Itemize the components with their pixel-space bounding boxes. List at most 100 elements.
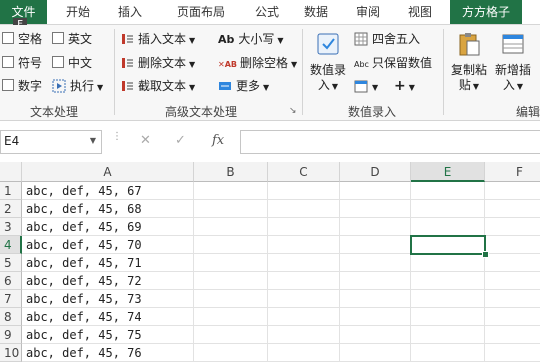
row-header[interactable]: 3 <box>0 218 22 236</box>
cell-b4[interactable] <box>194 236 268 254</box>
cell-c8[interactable] <box>268 308 340 326</box>
select-all-corner[interactable] <box>0 162 22 182</box>
cell-b7[interactable] <box>194 290 268 308</box>
copy-paste-button[interactable]: 复制粘 贴 ▼ <box>447 31 491 94</box>
cell-f1[interactable] <box>485 182 540 200</box>
cell-e2[interactable] <box>411 200 485 218</box>
cell-c4[interactable] <box>268 236 340 254</box>
cell-c7[interactable] <box>268 290 340 308</box>
cell-c3[interactable] <box>268 218 340 236</box>
cell-e7[interactable] <box>411 290 485 308</box>
column-header-b[interactable]: B <box>194 162 268 182</box>
round-button[interactable]: 四舍五入 <box>354 31 420 47</box>
cell-e3[interactable] <box>411 218 485 236</box>
cell-a9[interactable]: abc, def, 45, 75 <box>22 326 194 344</box>
cell-c5[interactable] <box>268 254 340 272</box>
formula-input[interactable] <box>240 130 540 154</box>
cell-f10[interactable] <box>485 344 540 362</box>
row-header[interactable]: 7 <box>0 290 22 308</box>
tab-formulas[interactable]: 公式 <box>245 0 289 24</box>
row-header[interactable]: 2 <box>0 200 22 218</box>
cell-f3[interactable] <box>485 218 540 236</box>
checkbox-chinese[interactable]: 中文 <box>52 55 92 71</box>
cell-b5[interactable] <box>194 254 268 272</box>
checkbox-english[interactable]: 英文 <box>52 31 92 47</box>
cell-f8[interactable] <box>485 308 540 326</box>
cell-d2[interactable] <box>340 200 411 218</box>
cell-c6[interactable] <box>268 272 340 290</box>
checkbox-symbol[interactable]: 符号 <box>2 55 42 71</box>
cell-a5[interactable]: abc, def, 45, 71 <box>22 254 194 272</box>
cell-e5[interactable] <box>411 254 485 272</box>
cell-a10[interactable]: abc, def, 45, 76 <box>22 344 194 362</box>
cell-e10[interactable] <box>411 344 485 362</box>
tab-page-layout[interactable]: 页面布局 <box>163 0 239 24</box>
tab-review[interactable]: 审阅 <box>346 0 390 24</box>
confirm-icon[interactable]: ✓ <box>175 133 186 148</box>
cell-d8[interactable] <box>340 308 411 326</box>
more-button[interactable]: 更多 ▼ <box>218 78 269 94</box>
cell-a4[interactable]: abc, def, 45, 70 <box>22 236 194 254</box>
cell-d1[interactable] <box>340 182 411 200</box>
cell-f7[interactable] <box>485 290 540 308</box>
cell-f5[interactable] <box>485 254 540 272</box>
cell-b1[interactable] <box>194 182 268 200</box>
column-header-d[interactable]: D <box>340 162 411 182</box>
cell-d4[interactable] <box>340 236 411 254</box>
row-header[interactable]: 9 <box>0 326 22 344</box>
name-box[interactable]: E4 ▼ <box>0 130 102 154</box>
cell-f9[interactable] <box>485 326 540 344</box>
cell-b9[interactable] <box>194 326 268 344</box>
cancel-icon[interactable]: ✕ <box>140 133 151 148</box>
cell-d9[interactable] <box>340 326 411 344</box>
keep-values-button[interactable]: Abc 只保留数值 <box>354 55 432 71</box>
cell-c2[interactable] <box>268 200 340 218</box>
add-insert-button[interactable]: 新增插 入 ▼ <box>491 31 535 94</box>
tab-insert[interactable]: 插入 <box>108 0 152 24</box>
column-header-a[interactable]: A <box>22 162 194 182</box>
column-header-f[interactable]: F <box>485 162 540 182</box>
cell-b6[interactable] <box>194 272 268 290</box>
checkbox-number[interactable]: 数字 <box>2 78 42 94</box>
cell-f6[interactable] <box>485 272 540 290</box>
cell-d6[interactable] <box>340 272 411 290</box>
cell-f4[interactable] <box>485 236 540 254</box>
row-header[interactable]: 4 <box>0 236 22 254</box>
chevron-down-icon[interactable]: ▼ <box>90 136 96 145</box>
row-header[interactable]: 6 <box>0 272 22 290</box>
tab-addin[interactable]: 方方格子 <box>450 0 522 24</box>
cell-e6[interactable] <box>411 272 485 290</box>
active-cell-selection[interactable] <box>410 235 486 255</box>
extract-text-button[interactable]: 截取文本 ▼ <box>120 78 195 94</box>
row-header[interactable]: 5 <box>0 254 22 272</box>
row-header[interactable]: 8 <box>0 308 22 326</box>
cell-d10[interactable] <box>340 344 411 362</box>
cell-a1[interactable]: abc, def, 45, 67 <box>22 182 194 200</box>
cell-d5[interactable] <box>340 254 411 272</box>
value-entry-button[interactable]: 数值录 入 ▼ <box>306 31 350 94</box>
column-header-e[interactable]: E <box>411 162 485 182</box>
cell-e1[interactable] <box>411 182 485 200</box>
tab-data[interactable]: 数据 <box>294 0 338 24</box>
cell-b10[interactable] <box>194 344 268 362</box>
fill-handle[interactable] <box>482 251 489 258</box>
cell-c1[interactable] <box>268 182 340 200</box>
tab-view[interactable]: 视图 <box>398 0 442 24</box>
cell-a6[interactable]: abc, def, 45, 72 <box>22 272 194 290</box>
row-header[interactable]: 1 <box>0 182 22 200</box>
cell-a3[interactable]: abc, def, 45, 69 <box>22 218 194 236</box>
cell-f2[interactable] <box>485 200 540 218</box>
cell-b2[interactable] <box>194 200 268 218</box>
cell-d7[interactable] <box>340 290 411 308</box>
column-header-c[interactable]: C <box>268 162 340 182</box>
cell-d3[interactable] <box>340 218 411 236</box>
tab-home[interactable]: 开始 <box>56 0 100 24</box>
cell-c10[interactable] <box>268 344 340 362</box>
cell-b3[interactable] <box>194 218 268 236</box>
cell-c9[interactable] <box>268 326 340 344</box>
delete-text-button[interactable]: 删除文本 ▼ <box>120 55 195 71</box>
cell-a8[interactable]: abc, def, 45, 74 <box>22 308 194 326</box>
execute-button[interactable]: 执行 ▼ <box>52 78 103 94</box>
case-button[interactable]: Ab 大小写 ▼ <box>218 31 284 47</box>
number-format-button[interactable]: ▼ <box>354 78 378 94</box>
